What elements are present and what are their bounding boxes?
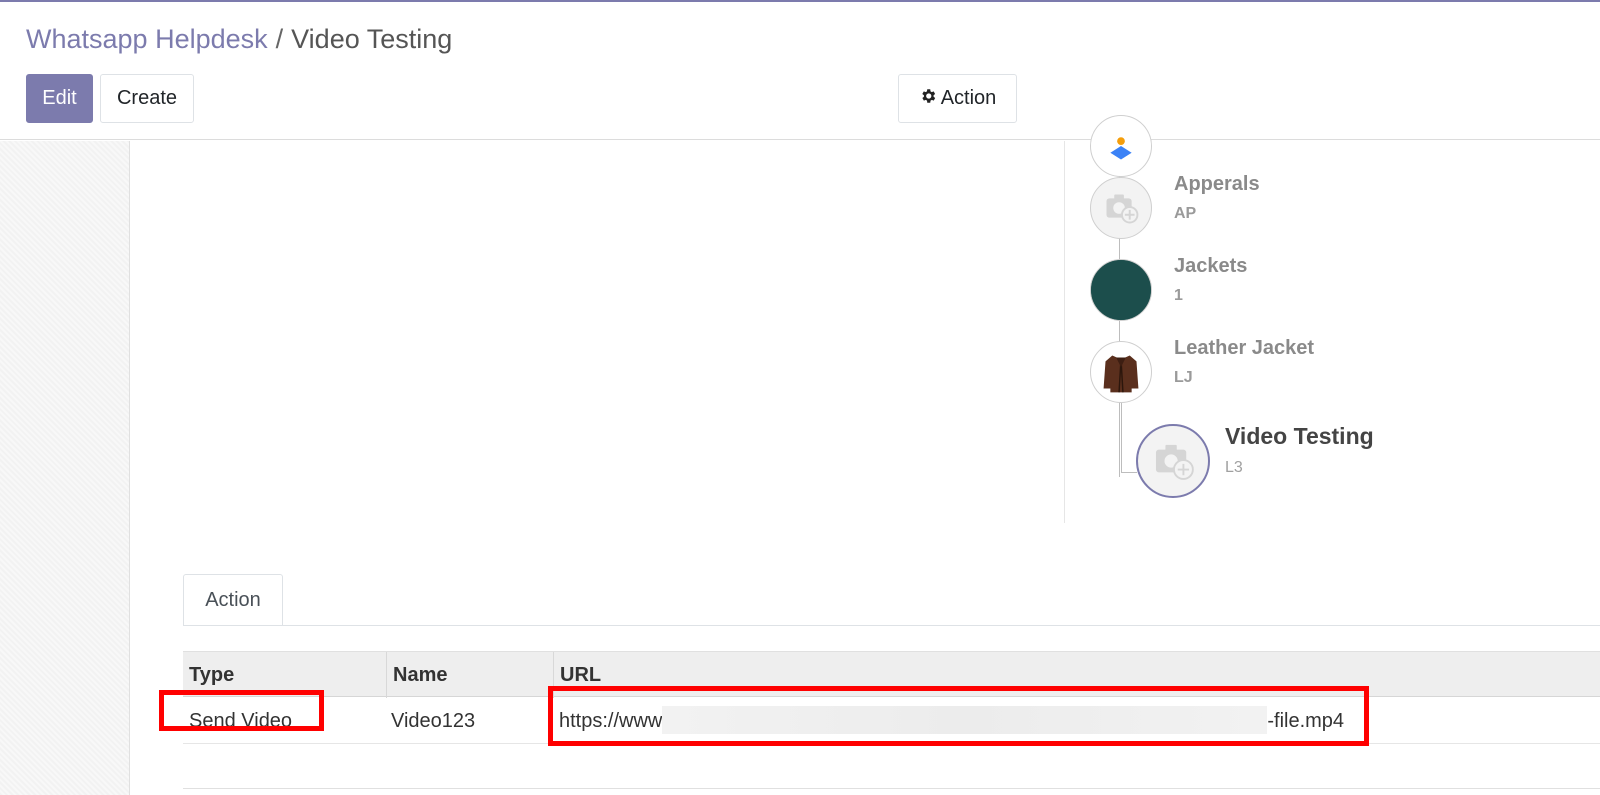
gear-icon: [919, 76, 937, 123]
action-button-label: Action: [940, 87, 997, 109]
edit-button[interactable]: Edit: [26, 74, 93, 123]
tab-action[interactable]: Action: [183, 574, 283, 626]
camera-placeholder-icon: [1106, 194, 1139, 224]
hierarchy-node-name-current: Video Testing: [1225, 423, 1374, 449]
hierarchy-node-code: 1: [1174, 287, 1183, 304]
hierarchy-node-code: AP: [1174, 205, 1197, 222]
form-content: Apperals AP Jackets 1 Leather Jacket LJ …: [0, 115, 1600, 795]
breadcrumb-parent-link[interactable]: Whatsapp Helpdesk: [26, 24, 268, 54]
action-menu-button[interactable]: Action: [898, 74, 1017, 123]
cell-name: Video123: [391, 710, 476, 732]
hierarchy-node-avatar-current: [1136, 424, 1210, 498]
create-button[interactable]: Create: [100, 74, 194, 123]
column-header-name[interactable]: Name: [387, 652, 553, 698]
highlight-box-url: [548, 686, 1369, 746]
breadcrumb-current: Video Testing: [291, 24, 453, 54]
hierarchy-node-name[interactable]: Jackets: [1174, 255, 1247, 278]
camera-placeholder-icon: [1155, 444, 1194, 480]
hierarchy-node-avatar-top: [1090, 115, 1152, 177]
form-background: [0, 141, 130, 795]
fabric-swatch-icon: [1091, 260, 1151, 320]
hierarchy-connector-child: [1121, 401, 1122, 473]
hierarchy-node-name[interactable]: Leather Jacket: [1174, 337, 1314, 360]
hierarchy-node-avatar-jackets[interactable]: [1090, 259, 1152, 321]
highlight-box-type: [159, 690, 324, 731]
hierarchy-node-avatar-leather-jacket[interactable]: [1090, 341, 1152, 403]
hierarchy-node-avatar-apperals[interactable]: [1090, 177, 1152, 239]
hierarchy-node-code-current: L3: [1225, 459, 1243, 476]
hierarchy-node-name[interactable]: Apperals: [1174, 173, 1260, 196]
jacket-photo-icon: [1103, 355, 1139, 393]
hierarchy-node-code: LJ: [1174, 369, 1193, 386]
breadcrumb: Whatsapp Helpdesk / Video Testing: [26, 22, 452, 56]
breadcrumb-separator: /: [275, 24, 284, 54]
tab-underline: [183, 625, 1600, 626]
table-bottom-line: [183, 788, 1600, 789]
control-panel: Whatsapp Helpdesk / Video Testing Edit Cre…: [0, 2, 1600, 140]
hierarchy-divider: [1064, 141, 1065, 523]
hierarchy-connector-branch: [1121, 472, 1137, 473]
